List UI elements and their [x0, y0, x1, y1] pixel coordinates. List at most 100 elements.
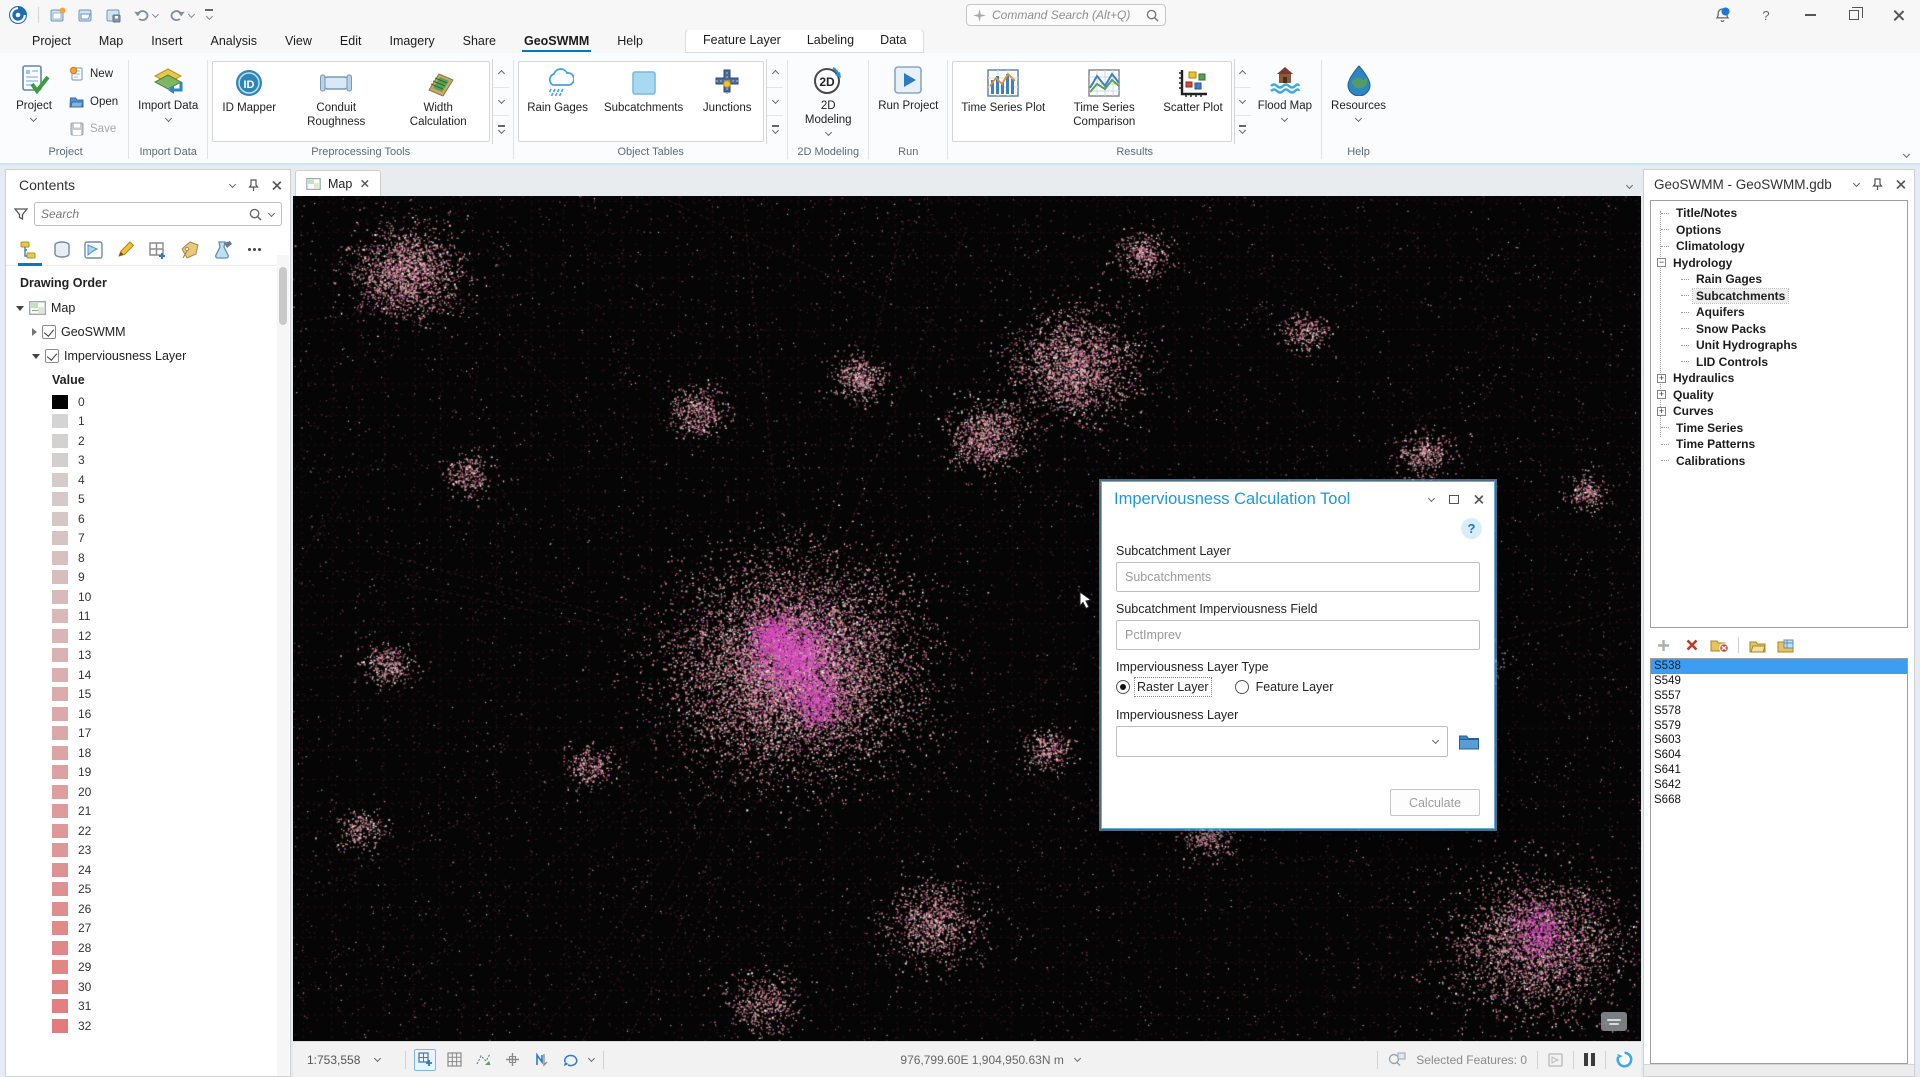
redo-button[interactable] [169, 9, 195, 22]
delete-all-icon[interactable] [1710, 636, 1729, 654]
feature-layer-radio[interactable]: Feature Layer [1235, 680, 1334, 694]
rotate-tool-icon[interactable] [559, 1049, 581, 1071]
gallery-scroll-down-icon[interactable] [767, 88, 783, 117]
new-project-icon[interactable] [49, 7, 67, 23]
list-item[interactable]: S668 [1651, 792, 1907, 807]
close-pane-icon[interactable] [272, 180, 281, 189]
command-search-box[interactable]: Command Search (Alt+Q) [966, 4, 1166, 26]
run-project-button[interactable]: Run Project [873, 59, 943, 144]
ribbon-tab[interactable]: Analysis [197, 31, 272, 53]
geoswmm-layer-row[interactable]: GeoSWMM [12, 320, 290, 344]
map-view[interactable]: Imperviousness Calculation Tool ? Subcat… [293, 196, 1641, 1041]
list-by-data-source-icon[interactable] [48, 235, 76, 265]
dialog-help-icon[interactable]: ? [1461, 518, 1482, 539]
pin-icon[interactable] [248, 179, 259, 192]
app-logo-icon[interactable] [8, 5, 28, 25]
new-button[interactable]: New [65, 65, 122, 83]
list-item[interactable]: S557 [1651, 689, 1907, 704]
delete-item-icon[interactable] [1682, 636, 1701, 654]
tree-node[interactable]: Title/Notes [1655, 205, 1905, 222]
tree-node[interactable]: LID Controls [1655, 354, 1905, 371]
tab-list-chevron-icon[interactable] [1626, 183, 1633, 190]
filter-icon[interactable] [14, 208, 28, 220]
scale-chevron-icon[interactable] [374, 1056, 381, 1063]
list-item[interactable]: S579 [1651, 718, 1907, 733]
selection-magnifier-icon[interactable] [1388, 1052, 1406, 1067]
coordinates-chevron-icon[interactable] [1074, 1056, 1081, 1063]
save-project-icon[interactable] [105, 7, 123, 23]
ribbon-tab[interactable]: Imagery [375, 31, 448, 53]
north-arrow-tool-icon[interactable] [530, 1049, 552, 1071]
coordinates-display[interactable]: 976,799.60E 1,904,950.63N m [612, 1053, 1369, 1067]
list-item[interactable]: S642 [1651, 777, 1907, 792]
gallery-scroll-down-icon[interactable] [1235, 88, 1251, 117]
tree-node[interactable]: Unit Hydrographs [1655, 337, 1905, 354]
tree-node[interactable]: Rain Gages [1655, 271, 1905, 288]
map-layer-row[interactable]: Map [12, 296, 290, 320]
notifications-bell-icon[interactable] [1700, 0, 1744, 30]
redo-dropdown-chevron-icon[interactable] [188, 12, 195, 19]
list-by-selection-icon[interactable] [80, 235, 108, 265]
tree-node[interactable]: Time Series [1655, 420, 1905, 437]
project-button[interactable]: Project [7, 59, 61, 144]
subcatchments-button[interactable]: Subcatchments [596, 62, 691, 141]
gallery-expand-icon[interactable] [767, 116, 783, 144]
ribbon-tab[interactable]: Share [449, 31, 510, 53]
list-item[interactable]: S641 [1651, 763, 1907, 778]
select-map-icon[interactable] [1548, 1053, 1563, 1067]
close-tab-icon[interactable] [361, 180, 369, 188]
tree-node[interactable]: + Curves [1655, 403, 1905, 420]
tree-node[interactable]: Climatology [1655, 238, 1905, 255]
imperviousness-layer-combobox[interactable] [1116, 726, 1448, 757]
map-scale-dropdown[interactable]: 1:753,558 [301, 1050, 397, 1070]
raster-layer-radio[interactable]: Raster Layer [1116, 680, 1209, 694]
list-by-charts-icon[interactable] [208, 235, 236, 265]
list-item[interactable]: S578 [1651, 703, 1907, 718]
combobox-chevron-icon[interactable] [1432, 738, 1439, 745]
collapse-ribbon-chevron-icon[interactable] [1903, 152, 1910, 159]
collapse-triangle-icon[interactable] [32, 354, 40, 359]
list-by-editing-icon[interactable] [112, 235, 140, 265]
resources-button[interactable]: Resources [1326, 59, 1391, 144]
width-calculation-button[interactable]: Width Calculation [387, 62, 489, 141]
tree-expander-icon[interactable]: + [1657, 374, 1666, 383]
gallery-expand-icon[interactable] [493, 116, 509, 144]
time-series-plot-button[interactable]: Time Series Plot [953, 62, 1053, 141]
id-mapper-button[interactable]: ID ID Mapper [213, 62, 285, 141]
help-icon[interactable]: ? [1744, 0, 1788, 30]
contextual-tab[interactable]: Data [867, 29, 919, 52]
search-options-chevron-icon[interactable] [268, 211, 275, 218]
ribbon-tab[interactable]: View [271, 31, 326, 53]
undo-button[interactable] [133, 9, 159, 22]
restore-button[interactable] [1832, 0, 1876, 30]
pane-options-chevron-icon[interactable] [229, 182, 236, 189]
junctions-button[interactable]: Junctions [691, 62, 763, 141]
scatter-plot-button[interactable]: Scatter Plot [1155, 62, 1230, 141]
list-item[interactable]: S604 [1651, 748, 1907, 763]
pane-options-chevron-icon[interactable] [1853, 181, 1860, 188]
rain-gages-button[interactable]: Rain Gages [519, 62, 596, 141]
ribbon-tab[interactable]: Project [18, 31, 85, 53]
tree-node[interactable]: + Hydraulics [1655, 370, 1905, 387]
expand-triangle-icon[interactable] [32, 328, 37, 336]
more-options-icon[interactable] [240, 235, 268, 265]
gallery-scroll-up-icon[interactable] [767, 59, 783, 88]
tree-node[interactable]: Snow Packs [1655, 321, 1905, 338]
tree-expander-icon[interactable]: + [1657, 390, 1666, 399]
undo-dropdown-chevron-icon[interactable] [152, 12, 159, 19]
gallery-scroll-down-icon[interactable] [493, 88, 509, 117]
map-view-tab[interactable]: Map [295, 170, 381, 196]
tools-chevron-icon[interactable] [588, 1056, 595, 1063]
open-table-icon[interactable] [1776, 636, 1795, 654]
tree-node[interactable]: Options [1655, 222, 1905, 239]
flood-map-button[interactable]: Flood Map [1253, 59, 1317, 144]
tree-node[interactable]: − Hydrology [1655, 255, 1905, 272]
tree-expander-icon[interactable]: − [1657, 258, 1666, 267]
customize-quick-access-icon[interactable] [205, 9, 213, 20]
grid-tool-icon[interactable] [443, 1049, 465, 1071]
contents-search-box[interactable] [34, 202, 282, 226]
ribbon-tab[interactable]: Insert [137, 31, 196, 53]
conduit-roughness-button[interactable]: Conduit Roughness [285, 62, 387, 141]
close-button[interactable] [1876, 0, 1920, 30]
ribbon-tab[interactable]: GeoSWMM [510, 31, 603, 53]
